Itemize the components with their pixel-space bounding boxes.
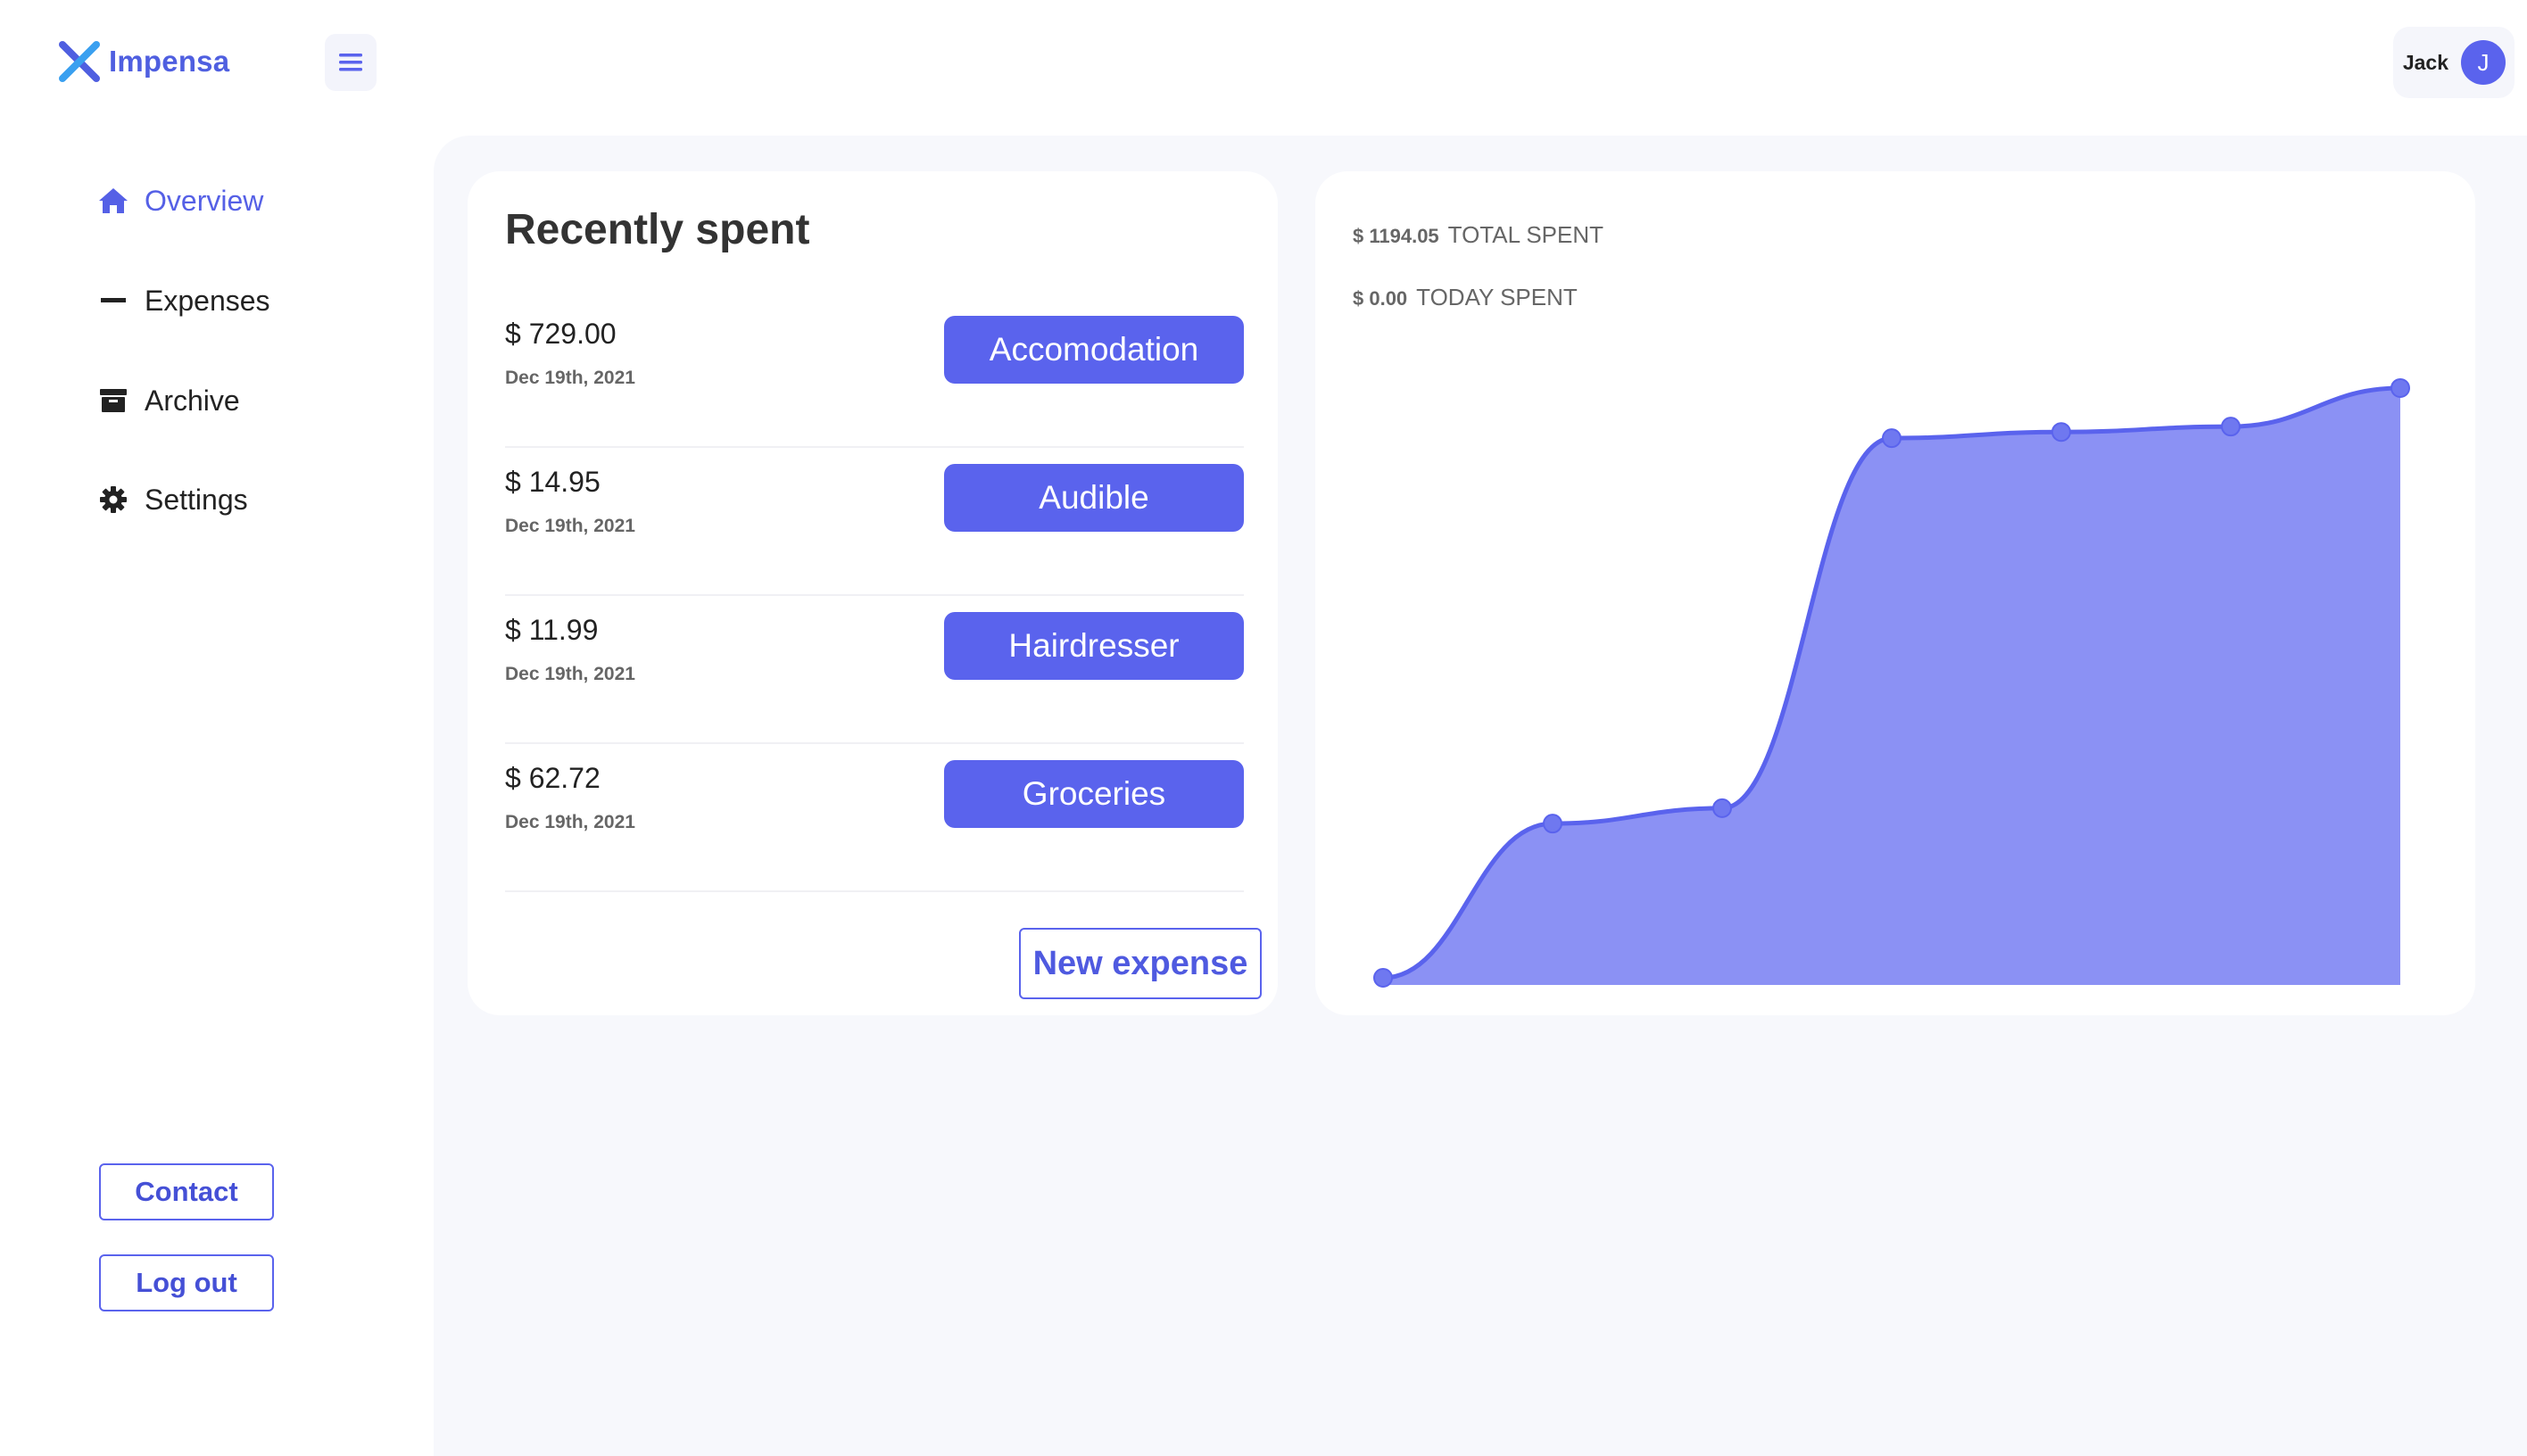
sidebar-item-label: Overview xyxy=(145,184,264,217)
sidebar-item-overview[interactable]: Overview xyxy=(96,184,263,218)
expense-date: Dec 19th, 2021 xyxy=(505,664,635,684)
expense-date: Dec 19th, 2021 xyxy=(505,368,635,388)
recently-spent-card: Recently spent $ 729.00 Dec 19th, 2021 A… xyxy=(468,171,1278,1015)
menu-toggle-button[interactable] xyxy=(325,34,377,91)
gear-icon xyxy=(96,483,130,517)
sidebar-item-expenses[interactable]: Expenses xyxy=(96,284,270,318)
sidebar-item-archive[interactable]: Archive xyxy=(96,384,240,418)
minus-icon xyxy=(96,284,130,318)
spending-chart-card: $ 1194.05 TOTAL SPENT $ 0.00 TODAY SPENT xyxy=(1315,171,2475,1015)
hamburger-icon xyxy=(339,54,362,71)
chart-point[interactable] xyxy=(2221,417,2241,437)
sidebar-item-settings[interactable]: Settings xyxy=(96,483,248,517)
expense-amount: $ 11.99 xyxy=(505,614,599,646)
category-button[interactable]: Hairdresser xyxy=(944,612,1244,680)
logout-button[interactable]: Log out xyxy=(99,1254,274,1311)
expense-row: $ 62.72 Dec 19th, 2021 Groceries xyxy=(505,742,1244,892)
expense-amount: $ 14.95 xyxy=(505,466,601,498)
category-button[interactable]: Accomodation xyxy=(944,316,1244,384)
chart-point[interactable] xyxy=(2051,422,2071,443)
category-button[interactable]: Groceries xyxy=(944,760,1244,828)
chart-point[interactable] xyxy=(1712,798,1732,818)
expense-row: $ 11.99 Dec 19th, 2021 Hairdresser xyxy=(505,594,1244,744)
avatar: J xyxy=(2461,40,2506,85)
expense-amount: $ 729.00 xyxy=(505,318,617,350)
archive-icon xyxy=(96,384,130,418)
chart-point[interactable] xyxy=(1543,814,1562,834)
sidebar-item-label: Archive xyxy=(145,384,240,417)
new-expense-button[interactable]: New expense xyxy=(1019,928,1262,999)
contact-button[interactable]: Contact xyxy=(99,1163,274,1220)
expense-amount: $ 62.72 xyxy=(505,762,601,794)
expense-row: $ 729.00 Dec 19th, 2021 Accomodation xyxy=(505,298,1244,448)
expense-date: Dec 19th, 2021 xyxy=(505,516,635,536)
expense-date: Dec 19th, 2021 xyxy=(505,812,635,832)
chart-point[interactable] xyxy=(1373,968,1393,988)
spending-area-chart xyxy=(1373,377,2410,988)
chart-point[interactable] xyxy=(1882,428,1901,449)
user-name: Jack xyxy=(2402,50,2448,74)
category-button[interactable]: Audible xyxy=(944,464,1244,532)
app-logo[interactable]: Impensa xyxy=(59,41,229,82)
sidebar-item-label: Expenses xyxy=(145,284,270,317)
app-name: Impensa xyxy=(109,45,230,78)
card-title: Recently spent xyxy=(505,206,810,253)
home-icon xyxy=(96,184,130,218)
chart-point[interactable] xyxy=(2390,377,2410,398)
sidebar-item-label: Settings xyxy=(145,483,248,516)
chart-area xyxy=(1383,387,2400,985)
expense-row: $ 14.95 Dec 19th, 2021 Audible xyxy=(505,446,1244,596)
x-logo-icon xyxy=(59,41,100,82)
user-menu[interactable]: Jack J xyxy=(2393,27,2515,98)
